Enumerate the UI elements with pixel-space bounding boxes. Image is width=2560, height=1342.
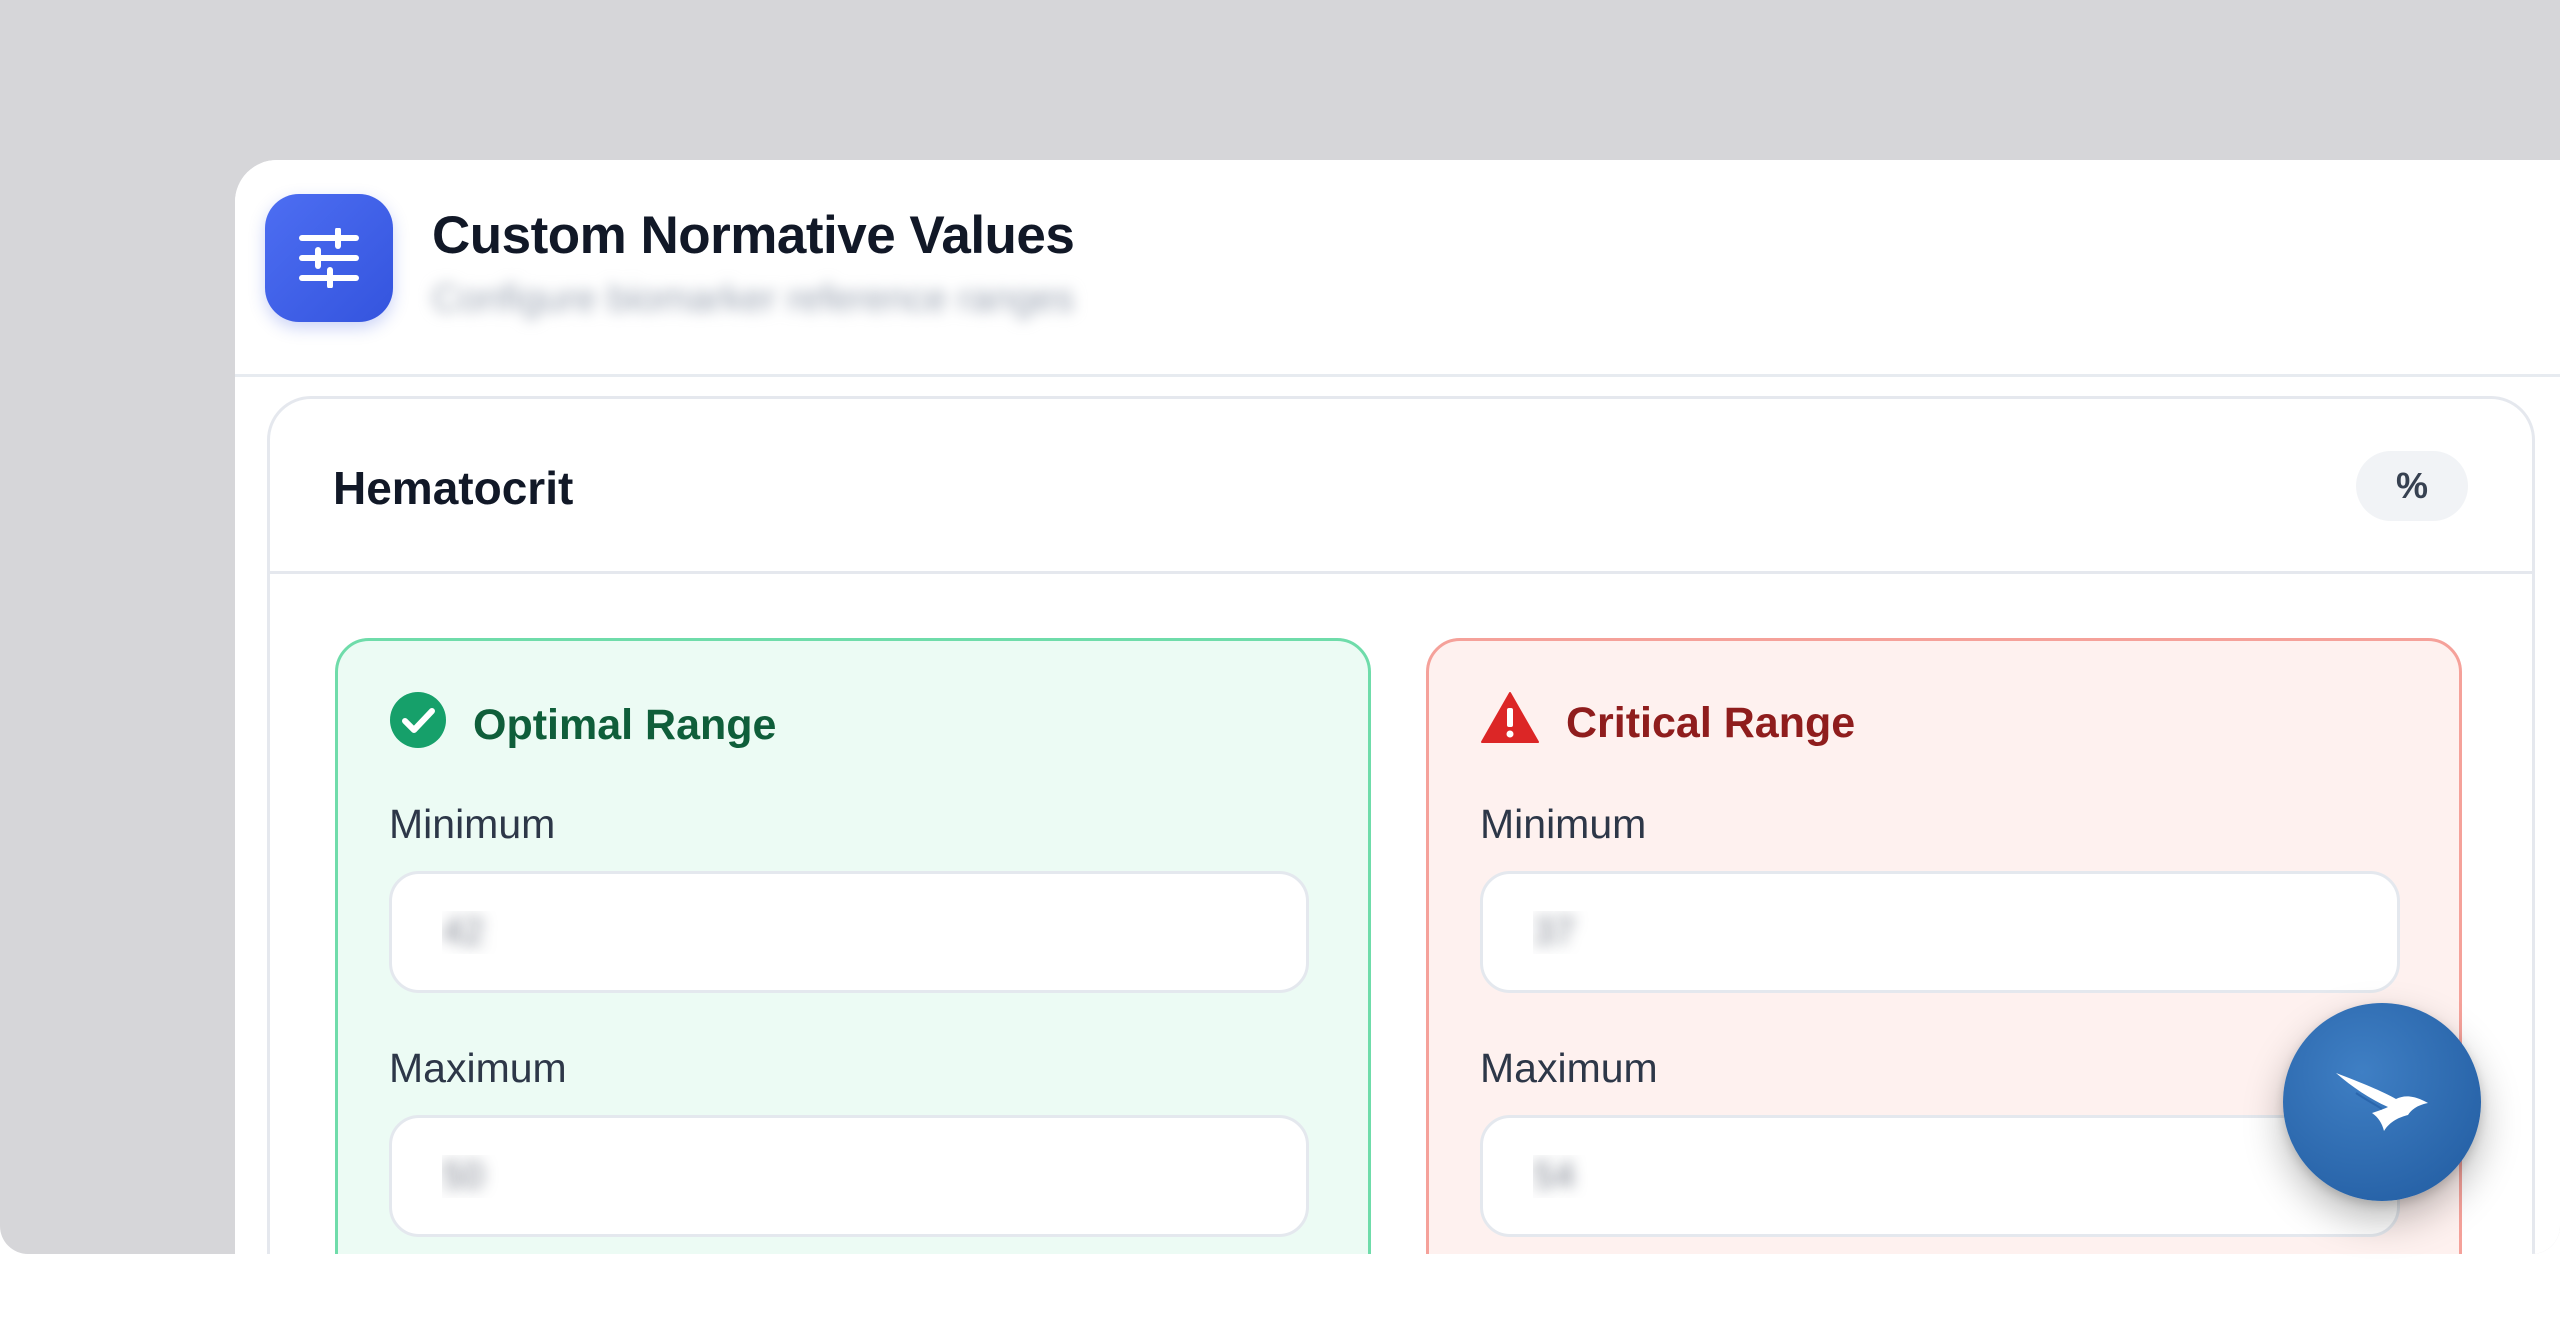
warning-triangle-icon xyxy=(1480,691,1540,756)
critical-range-header: Critical Range xyxy=(1480,691,1855,756)
optimal-max-label: Maximum xyxy=(389,1045,567,1091)
page-title: Custom Normative Values xyxy=(432,206,1075,265)
optimal-min-input[interactable] xyxy=(389,871,1309,993)
page-subtitle: Configure biomarker reference ranges xyxy=(432,278,1075,320)
critical-min-label: Minimum xyxy=(1480,801,1647,847)
biomarker-name: Hematocrit xyxy=(333,462,574,514)
page-header: Custom Normative Values Configure biomar… xyxy=(235,160,2560,377)
unit-badge: % xyxy=(2356,451,2468,521)
bird-logo-icon xyxy=(2332,1065,2432,1140)
optimal-min-label: Minimum xyxy=(389,801,556,847)
critical-max-label: Maximum xyxy=(1480,1045,1658,1091)
critical-range-title: Critical Range xyxy=(1566,699,1856,747)
optimal-range-section: Optimal Range Minimum Maximum xyxy=(335,638,1371,1254)
check-circle-icon xyxy=(389,691,447,760)
optimal-max-input[interactable] xyxy=(389,1115,1309,1237)
critical-min-input[interactable] xyxy=(1480,871,2400,993)
biomarker-card: Hematocrit % Optimal Range Minimum Maxim… xyxy=(267,396,2535,1254)
optimal-range-title: Optimal Range xyxy=(473,701,777,749)
optimal-range-header: Optimal Range xyxy=(389,691,776,760)
assistant-fab-button[interactable] xyxy=(2283,1003,2481,1201)
window-backdrop: Custom Normative Values Configure biomar… xyxy=(0,0,2560,1254)
sliders-icon xyxy=(265,194,393,322)
biomarker-card-header: Hematocrit % xyxy=(270,399,2532,574)
main-panel: Custom Normative Values Configure biomar… xyxy=(235,160,2560,1254)
critical-max-input[interactable] xyxy=(1480,1115,2400,1237)
